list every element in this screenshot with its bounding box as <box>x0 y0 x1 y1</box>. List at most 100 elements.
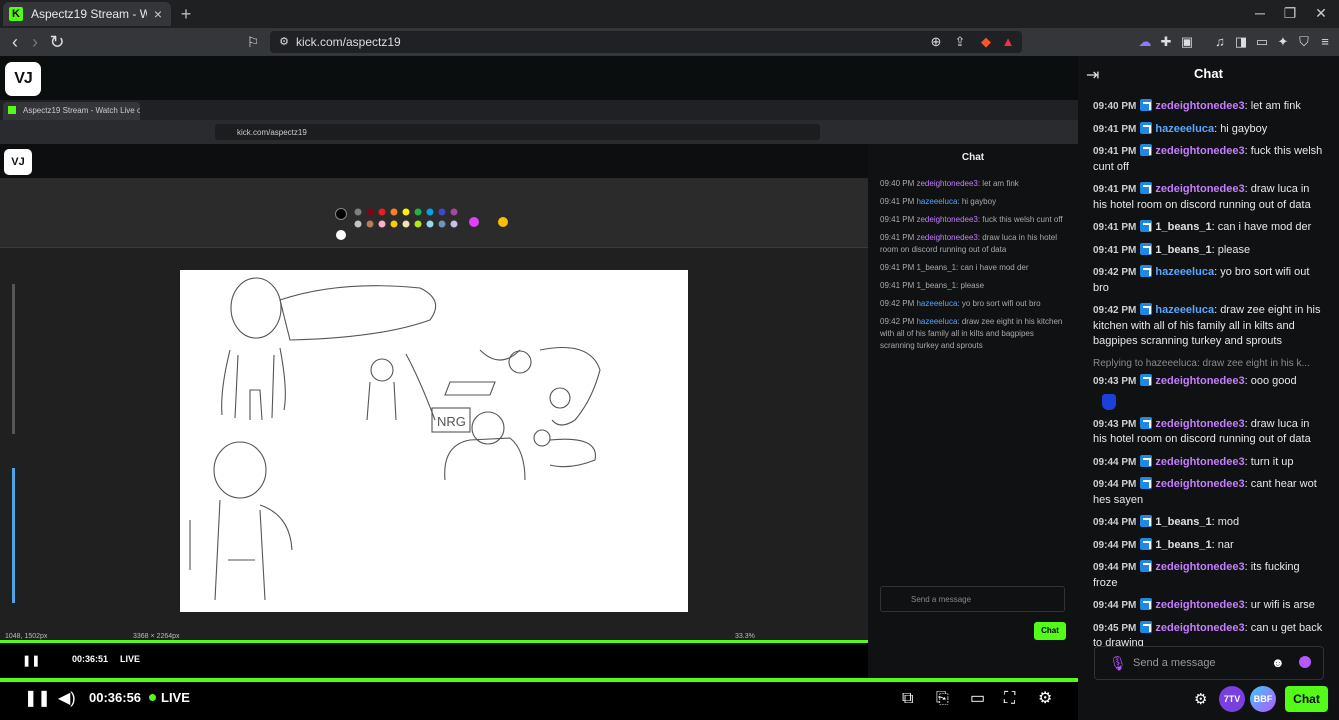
message-username[interactable]: hazeeeluca <box>1155 123 1214 135</box>
send-chat-button[interactable]: Chat <box>1285 686 1328 712</box>
brave-shields-icon[interactable]: ◆ <box>978 34 994 50</box>
reload-icon[interactable]: ↻ <box>47 32 67 52</box>
paint-canvas: NRG <box>180 270 688 612</box>
chat-message[interactable]: 09:44 PM zedeightonedee3: turn it up <box>1093 454 1325 471</box>
chat-message[interactable]: 09:44 PM zedeightonedee3: cant hear wot h… <box>1093 477 1325 508</box>
url-input[interactable]: kick.com/aspectz19 <box>270 31 1022 53</box>
chat-message[interactable]: 09:40 PM zedeightonedee3: let am fink <box>1093 99 1325 115</box>
zoom-slider <box>12 284 15 434</box>
stream-tab-title: Aspectz19 Stream - Watch Live o <box>3 102 140 120</box>
message-username[interactable]: zedeightonedee3 <box>1155 561 1244 573</box>
pause-icon[interactable]: ❚❚ <box>24 690 51 708</box>
message-username[interactable]: 1_beans_1 <box>1155 516 1211 528</box>
message-timestamp: 09:41 PM <box>1093 146 1137 157</box>
fullscreen-icon[interactable]: ⛶ <box>1004 690 1015 708</box>
chat-settings-icon[interactable]: ⚙ <box>1194 690 1207 708</box>
playback-time: 00:36:56 <box>89 690 142 705</box>
site-logo[interactable]: VJ <box>5 62 41 96</box>
chat-message[interactable]: 09:42 PM hazeeeluca: draw zee eight in hi… <box>1093 303 1325 350</box>
chat-message[interactable]: 09:41 PM 1_beans_1: can i have mod der <box>1093 220 1325 236</box>
message-username[interactable]: hazeeeluca <box>1155 304 1214 316</box>
message-username[interactable]: zedeightonedee3 <box>1155 478 1244 490</box>
message-username[interactable]: zedeightonedee3 <box>1155 375 1244 387</box>
message-username[interactable]: zedeightonedee3 <box>1155 599 1244 611</box>
stream-page: VJ 1048, 1502px 3368 × 2264px 33.3% NRG … <box>0 144 1078 678</box>
stream-pause-icon: ❚❚ <box>22 655 41 667</box>
message-username[interactable]: zedeightonedee3 <box>1155 100 1244 112</box>
progress-bar[interactable] <box>0 678 1078 682</box>
chat-message[interactable]: 09:42 PM hazeeeluca: yo bro sort wifi out… <box>1093 265 1325 296</box>
verified-badge-icon <box>1140 182 1153 194</box>
maximize-icon[interactable]: ❐ <box>1280 5 1300 22</box>
chat-message[interactable]: 09:43 PM zedeightonedee3: draw luca in hi… <box>1093 416 1325 448</box>
kick-power-icon[interactable] <box>1299 656 1311 668</box>
chat-message[interactable]: 09:41 PM hazeeeluca: hi gayboy <box>1093 121 1325 138</box>
stream-chat-messages: 09:40 PM zedeightonedee3: let am fink 09… <box>880 179 1063 350</box>
browser-tab[interactable]: K Aspectz19 Stream - Watch Live o × <box>3 2 171 26</box>
wallet-icon[interactable]: ▭ <box>1254 34 1270 50</box>
message-username[interactable]: hazeeeluca <box>1155 266 1214 278</box>
size-slider <box>12 468 15 603</box>
emoji-icon[interactable]: ☻ <box>1271 655 1285 670</box>
share-icon[interactable]: ⇪ <box>952 34 968 50</box>
chat-input-placeholder[interactable]: Send a message <box>1133 657 1216 669</box>
close-window-icon[interactable]: ✕ <box>1311 5 1331 22</box>
settings-icon[interactable]: ⚙ <box>1038 690 1052 708</box>
clip-icon[interactable]: ⎘ <box>936 690 949 708</box>
seven-tv-button[interactable]: 7TV <box>1219 686 1245 712</box>
miniplayer-icon[interactable]: ⧉ <box>902 690 913 708</box>
menu-icon[interactable]: ≡ <box>1317 34 1333 50</box>
message-username[interactable]: zedeightonedee3 <box>1155 145 1244 157</box>
ai-icon[interactable]: ✦ <box>1275 34 1291 50</box>
chat-message[interactable]: 09:44 PM 1_beans_1: nar <box>1093 537 1325 554</box>
brave-rewards-icon[interactable]: ▲ <box>1000 34 1016 50</box>
chat-message[interactable]: 09:41 PM 1_beans_1: please <box>1093 242 1325 259</box>
media-icon[interactable]: ♫ <box>1212 34 1228 50</box>
verified-badge-icon <box>1140 598 1153 610</box>
chat-input[interactable]: 🎙 Send a message ☻ <box>1094 646 1324 680</box>
sidebar-icon[interactable]: ◨ <box>1233 34 1249 50</box>
chat-message[interactable]: 09:41 PM zedeightonedee3: fuck this welsh… <box>1093 144 1325 175</box>
zoom-icon[interactable]: ⊕ <box>928 34 944 50</box>
message-username[interactable]: 1_beans_1 <box>1155 244 1211 256</box>
forward-icon[interactable]: › <box>25 32 45 52</box>
stream-browser-tab-bar: Aspectz19 Stream - Watch Live o <box>0 100 1078 120</box>
stream-chat-input: Send a message <box>880 586 1065 612</box>
theater-mode-icon[interactable]: ▭ <box>970 690 985 708</box>
video-player[interactable]: Aspectz19 Stream - Watch Live o kick.com… <box>0 100 1078 678</box>
leo-icon[interactable]: ☁ <box>1137 34 1153 50</box>
bookmark-icon[interactable]: ⚐ <box>243 32 263 52</box>
stream-favicon-icon <box>8 106 16 114</box>
verified-badge-icon <box>1140 121 1153 134</box>
vpn-icon[interactable]: ⛉ <box>1296 34 1312 50</box>
chat-message[interactable]: 09:43 PM zedeightonedee3: ooo good <box>1093 374 1325 410</box>
kick-mic-icon[interactable]: 🎙 <box>1109 655 1127 672</box>
live-indicator[interactable]: LIVE <box>149 690 190 705</box>
message-username[interactable]: 1_beans_1 <box>1155 539 1211 551</box>
stream-time: 00:36:51 <box>72 654 109 664</box>
message-username[interactable]: zedeightonedee3 <box>1155 183 1244 195</box>
paint-canvas-size: 3368 × 2264px <box>133 633 180 640</box>
stream-chat-title: Chat <box>961 152 985 163</box>
close-tab-icon[interactable]: × <box>151 6 165 22</box>
chat-message[interactable]: 09:44 PM zedeightonedee3: ur wifi is arse <box>1093 598 1325 614</box>
message-username[interactable]: 1_beans_1 <box>1155 221 1211 233</box>
message-timestamp: 09:44 PM <box>1093 517 1137 528</box>
message-username[interactable]: zedeightonedee3 <box>1155 456 1244 468</box>
stream-live: LIVE <box>120 654 141 664</box>
chat-message[interactable]: 09:44 PM 1_beans_1: mod <box>1093 515 1325 531</box>
site-info-icon[interactable]: ⚙ <box>276 34 292 50</box>
screenshot-icon[interactable]: ▣ <box>1179 34 1195 50</box>
new-tab-button[interactable]: + <box>178 4 194 25</box>
chat-message[interactable]: 09:41 PM zedeightonedee3: draw luca in hi… <box>1093 182 1325 213</box>
minimize-icon[interactable]: ─ <box>1250 5 1270 21</box>
verified-badge-icon <box>1140 515 1153 527</box>
message-username[interactable]: zedeightonedee3 <box>1155 418 1244 430</box>
message-username[interactable]: zedeightonedee3 <box>1155 622 1244 634</box>
message-text: turn it up <box>1250 455 1294 468</box>
chat-message[interactable]: 09:44 PM zedeightonedee3: its fucking fro… <box>1093 560 1325 591</box>
back-icon[interactable]: ‹ <box>5 32 25 52</box>
bttv-button[interactable]: BBF <box>1250 686 1276 712</box>
volume-icon[interactable]: ◀) <box>58 690 76 708</box>
extensions-icon[interactable]: ✚ <box>1158 34 1174 50</box>
